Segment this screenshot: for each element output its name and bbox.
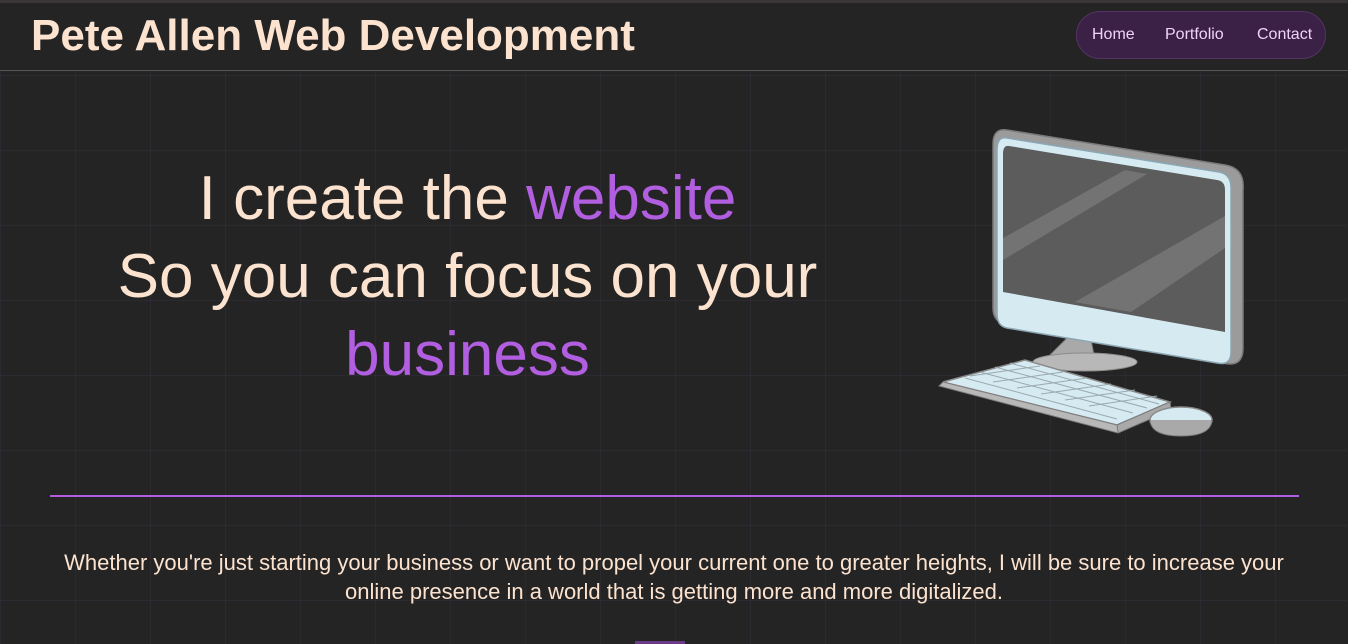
site-title: Pete Allen Web Development (31, 11, 635, 60)
intro-paragraph: Whether you're just starting your busine… (64, 550, 1284, 604)
hero-heading: I create the website So you can focus on… (60, 160, 875, 394)
hero-accent-business: business (345, 320, 590, 389)
hero-line-1-text: I create the (198, 164, 527, 233)
hero-line-1: I create the website (60, 160, 875, 238)
nav-contact-link[interactable]: Contact (1257, 26, 1312, 44)
hero-accent-website: website (526, 164, 737, 233)
main-nav: Home Portfolio Contact (1076, 11, 1326, 59)
site-header: Pete Allen Web Development Home Portfoli… (0, 3, 1348, 71)
nav-portfolio-link[interactable]: Portfolio (1165, 26, 1224, 44)
hero-line-2: So you can focus on your (117, 242, 818, 311)
desktop-computer-icon (938, 129, 1244, 437)
section-divider (50, 495, 1299, 497)
nav-home-link[interactable]: Home (1092, 26, 1135, 44)
